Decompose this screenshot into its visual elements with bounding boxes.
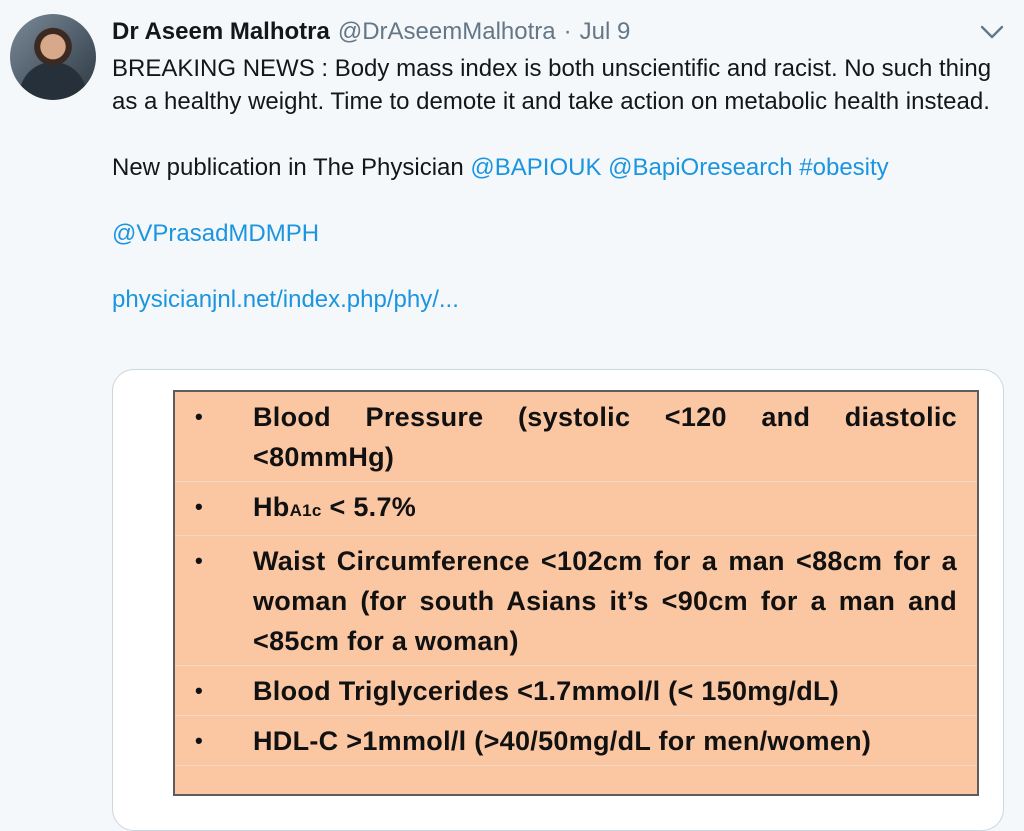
mention-bapiouk[interactable]: @BAPIOUK xyxy=(470,154,601,181)
tweet-text-paragraph: BREAKING NEWS : Body mass index is both … xyxy=(112,55,992,115)
criteria-image: • Blood Pressure (systolic <120 and dias… xyxy=(173,390,979,796)
criteria-row-waist: • Waist Circumference <102cm for a man <… xyxy=(175,536,977,666)
tweet-text-paragraph-2: New publication in The Physician @BAPIOU… xyxy=(112,151,992,184)
bullet: • xyxy=(195,678,204,703)
criteria-text: Blood Pressure (systolic <120 and diasto… xyxy=(253,402,957,472)
criteria-row-hdl: • HDL-C >1mmol/l (>40/50mg/dL for men/wo… xyxy=(175,716,977,766)
criteria-row-triglycerides: • Blood Triglycerides <1.7mmol/l (< 150m… xyxy=(175,666,977,716)
criteria-text: Blood Triglycerides <1.7mmol/l (< 150mg/… xyxy=(253,676,840,706)
bullet: • xyxy=(195,728,204,753)
hashtag-obesity[interactable]: #obesity xyxy=(799,154,888,181)
chevron-down-icon[interactable] xyxy=(978,20,1006,44)
bullet: • xyxy=(195,548,204,573)
criteria-row-blood-pressure: • Blood Pressure (systolic <120 and dias… xyxy=(175,392,977,482)
criteria-text: HDL-C >1mmol/l (>40/50mg/dL for men/wome… xyxy=(253,726,872,756)
criteria-prefix: Hb xyxy=(253,492,290,522)
media-card[interactable]: • Blood Pressure (systolic <120 and dias… xyxy=(112,369,1004,831)
separator: · xyxy=(563,18,572,45)
criteria-suffix: < 5.7% xyxy=(321,492,417,522)
publication-text: New publication in The Physician xyxy=(112,154,471,181)
author-handle[interactable]: @DrAseemMalhotra xyxy=(338,18,556,46)
tweet-date[interactable]: Jul 9 xyxy=(580,18,631,46)
mention-bapioresearch[interactable]: @BapiOresearch xyxy=(608,154,792,181)
criteria-subscript: A1c xyxy=(289,501,322,520)
tweet-text: BREAKING NEWS : Body mass index is both … xyxy=(112,52,992,316)
criteria-text: Waist Circumference <102cm for a man <88… xyxy=(253,546,957,656)
criteria-row-hba1c: • HbA1c < 5.7% xyxy=(175,482,977,536)
avatar[interactable] xyxy=(10,14,96,100)
author-name[interactable]: Dr Aseem Malhotra xyxy=(112,18,330,46)
bullet: • xyxy=(195,404,204,429)
article-link[interactable]: physicianjnl.net/index.php/phy/... xyxy=(112,286,459,313)
tweet-header: Dr Aseem Malhotra @DrAseemMalhotra · Jul… xyxy=(112,14,630,50)
mention-vprasadmdmph[interactable]: @VPrasadMDMPH xyxy=(112,220,319,247)
bullet: • xyxy=(195,494,204,519)
